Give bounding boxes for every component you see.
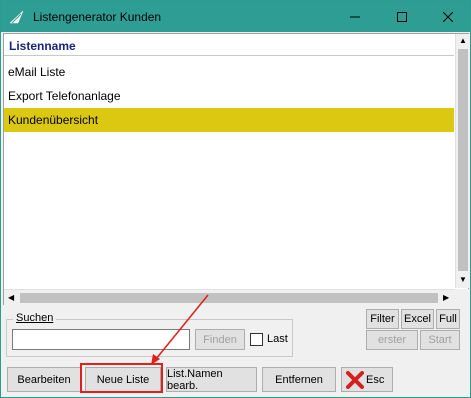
close-button[interactable] (425, 1, 471, 32)
list-item-label: eMail Liste (8, 65, 66, 79)
last-label: Last (267, 333, 288, 345)
window: Listengenerator Kunden Listenname eMail … (0, 0, 471, 398)
esc-button[interactable]: Esc (341, 367, 393, 392)
column-header[interactable]: Listenname (4, 34, 454, 56)
maximize-icon (397, 11, 407, 22)
list-item-selected[interactable]: Kundenübersicht (4, 108, 454, 132)
scroll-up-icon[interactable]: ▲ (459, 36, 467, 45)
title-bar: Listengenerator Kunden (1, 1, 470, 32)
vertical-scrollbar[interactable]: ▲ ▼ (455, 34, 469, 288)
scroll-right-icon[interactable]: ▶ (443, 293, 449, 302)
erster-button[interactable]: erster (366, 330, 418, 350)
red-x-icon (346, 370, 364, 389)
esc-label: Esc (366, 373, 385, 386)
scroll-down-icon[interactable]: ▼ (459, 275, 467, 284)
scroll-left-icon[interactable]: ◀ (8, 293, 14, 302)
search-input[interactable] (12, 329, 190, 350)
minimize-icon (350, 16, 360, 17)
filter-button[interactable]: Filter (366, 309, 399, 329)
full-button[interactable]: Full (436, 309, 460, 329)
excel-button[interactable]: Excel (401, 309, 434, 329)
list-item[interactable]: Export Telefonanlage (4, 84, 454, 108)
start-button[interactable]: Start (420, 330, 460, 350)
list-item[interactable]: eMail Liste (4, 60, 454, 84)
bearbeiten-button[interactable]: Bearbeiten (7, 367, 81, 392)
annotation-highlight-box (80, 363, 163, 393)
minimize-button[interactable] (332, 1, 378, 32)
maximize-button[interactable] (379, 1, 425, 32)
list-namen-bearb-button[interactable]: List.Namen bearb. (166, 367, 257, 392)
search-group-label: Suchen (13, 312, 57, 324)
column-header-label: Listenname (9, 39, 76, 53)
app-icon (9, 10, 25, 24)
list-item-label: Kundenübersicht (8, 113, 99, 127)
find-button[interactable]: Finden (195, 329, 245, 350)
scroll-corner (455, 289, 469, 305)
entfernen-button[interactable]: Entfernen (262, 367, 336, 392)
horizontal-scrollbar[interactable]: ◀ ▶ (4, 289, 455, 305)
horizontal-scroll-thumb[interactable] (20, 293, 438, 303)
vertical-scroll-thumb[interactable] (458, 49, 468, 271)
close-icon (443, 11, 453, 22)
window-title: Listengenerator Kunden (33, 10, 162, 24)
last-checkbox[interactable] (250, 333, 263, 346)
list-item-label: Export Telefonanlage (8, 89, 121, 103)
list-names-listbox[interactable]: Listenname eMail Liste Export Telefonanl… (3, 33, 469, 305)
